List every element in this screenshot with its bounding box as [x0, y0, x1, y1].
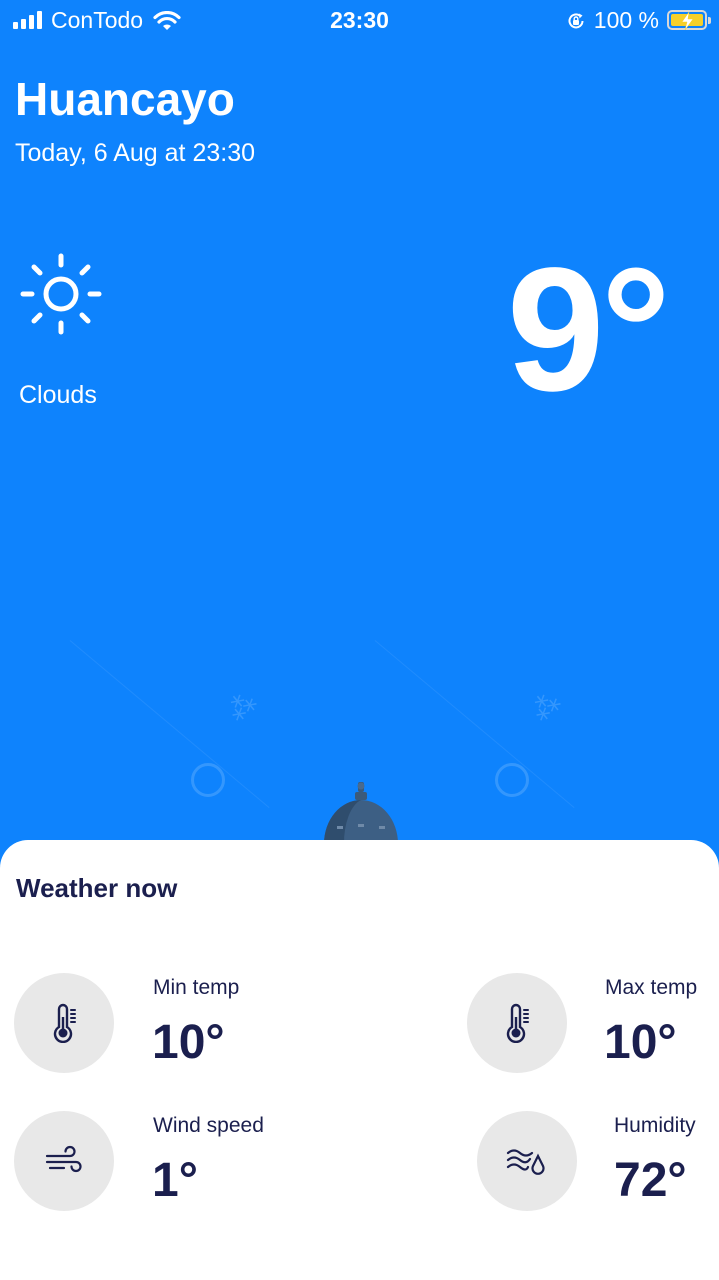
condition-label: Clouds — [19, 381, 97, 409]
watermark-mark: ⁂ — [220, 684, 264, 729]
min-temp-value: 10° — [152, 1016, 225, 1069]
watermark-mark: ⁂ — [524, 684, 568, 729]
thermometer-icon — [506, 1003, 529, 1043]
date-time: Today, 6 Aug at 23:30 — [15, 139, 256, 167]
min-temp-label: Min temp — [153, 976, 240, 999]
watermark-logo — [191, 763, 225, 797]
thermometer-icon — [53, 1003, 76, 1043]
sun-icon — [20, 253, 102, 335]
status-bar: ConTodo 23:30 100 % — [0, 0, 719, 40]
humidity-circle — [477, 1111, 577, 1211]
wind-icon — [45, 1145, 82, 1173]
dome-illustration — [324, 782, 398, 844]
battery-percentage: 100 % — [593, 7, 659, 33]
weather-now-title: Weather now — [16, 873, 178, 903]
max-temp-circle — [467, 973, 567, 1073]
weather-now-card: Weather now Min temp 10° Max temp 10° Wi… — [0, 840, 719, 1280]
watermark-logo — [495, 763, 529, 797]
current-temperature: 9° — [506, 232, 671, 428]
min-temp-circle — [14, 973, 114, 1073]
max-temp-label: Max temp — [605, 976, 698, 999]
rotation-lock-icon — [568, 13, 584, 29]
humidity-icon — [506, 1149, 545, 1175]
max-temp-value: 10° — [604, 1016, 677, 1069]
wind-speed-circle — [14, 1111, 114, 1211]
humidity-label: Humidity — [614, 1114, 696, 1137]
weather-screen: ConTodo 23:30 100 % Huancayo Today, 6 Au… — [0, 0, 719, 1280]
status-right: 100 % — [566, 6, 711, 34]
battery-charging-icon — [667, 10, 711, 31]
wind-speed-value: 1° — [152, 1154, 198, 1207]
wind-speed-label: Wind speed — [153, 1114, 264, 1137]
city-name: Huancayo — [15, 73, 235, 125]
humidity-value: 72° — [614, 1154, 687, 1207]
